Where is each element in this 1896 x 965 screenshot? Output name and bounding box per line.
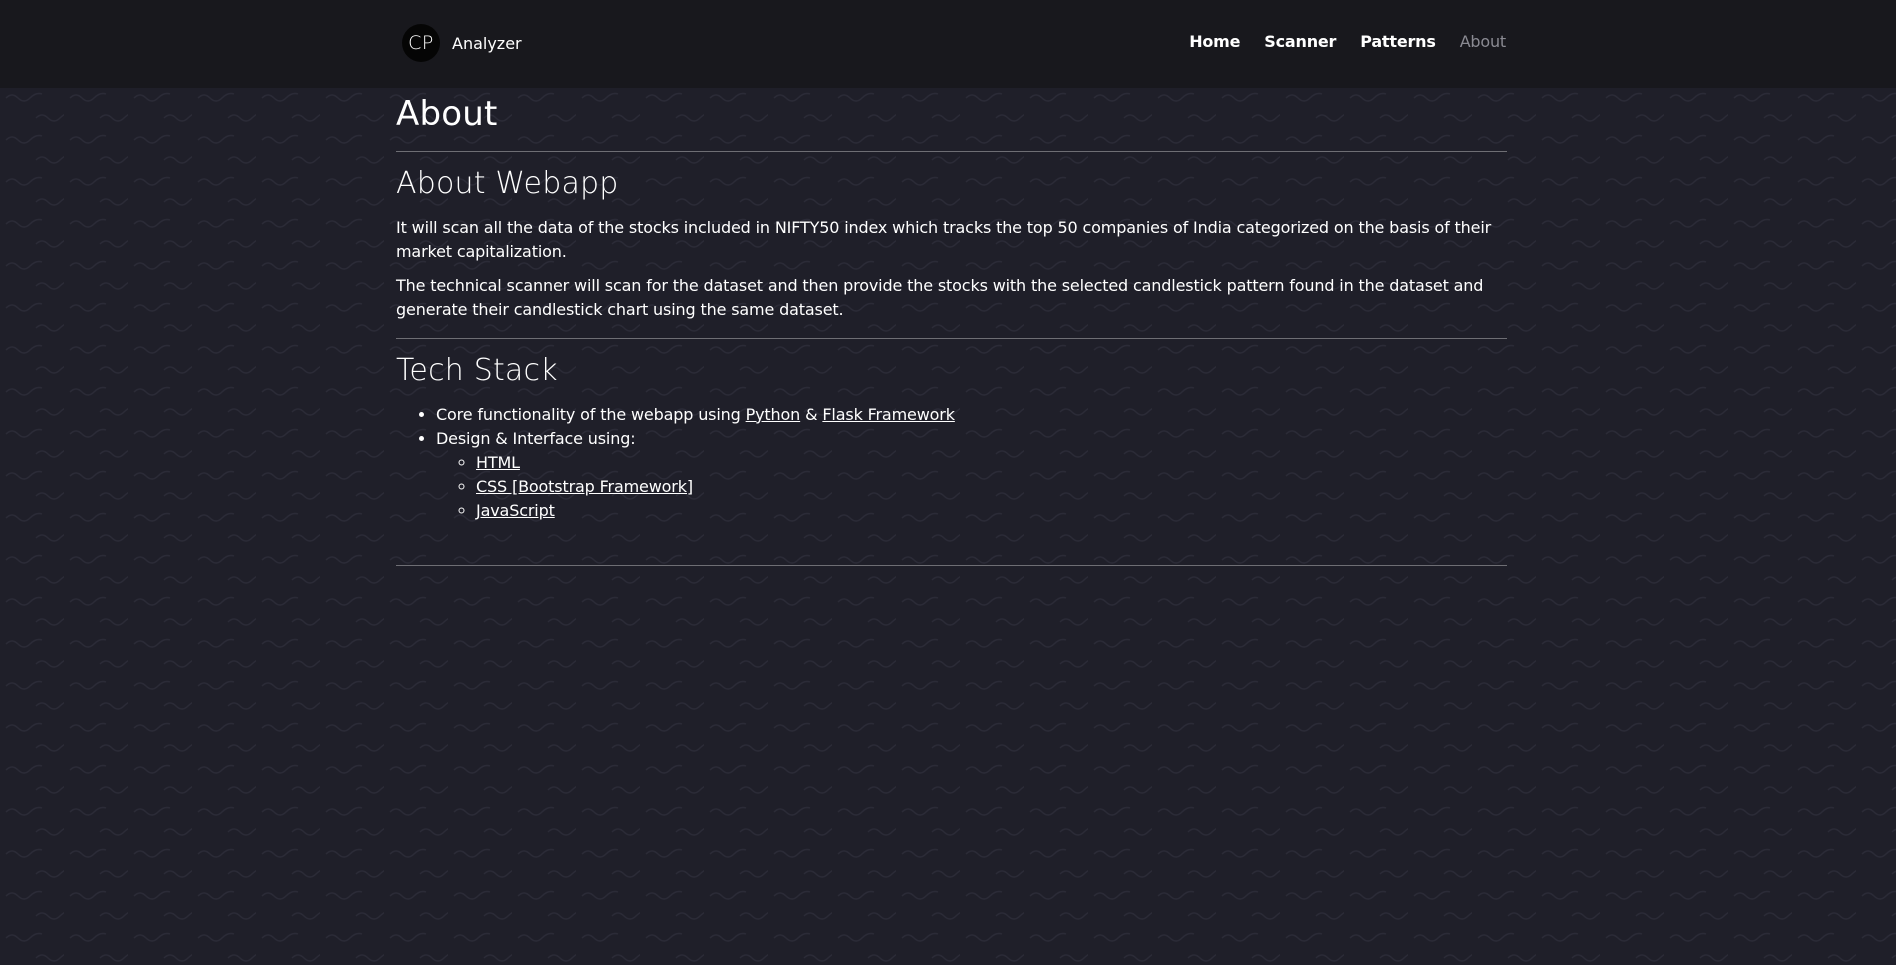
tech-stack-list: Core functionality of the webapp using P… (396, 403, 1507, 523)
sublist-item: JavaScript (476, 499, 1507, 523)
list-item-design: Design & Interface using: HTML CSS [Boot… (436, 427, 1507, 523)
python-link[interactable]: Python (746, 405, 801, 424)
about-paragraph-1: It will scan all the data of the stocks … (396, 217, 1492, 261)
brand-home-link[interactable]: CP Analyzer (402, 24, 522, 62)
top-navbar: CP Analyzer Home Scanner Patterns About (0, 0, 1896, 88)
about-paragraph-2: The technical scanner will scan for the … (396, 275, 1484, 319)
core-text: Core functionality of the webapp using (436, 404, 746, 424)
logo-text: CP (408, 32, 434, 54)
list-item-core: Core functionality of the webapp using P… (436, 403, 1507, 427)
brand-logo: CP (402, 24, 440, 62)
html-link[interactable]: HTML (476, 453, 520, 472)
brand-name: Analyzer (452, 33, 522, 53)
css-bootstrap-link[interactable]: CSS [Bootstrap Framework] (476, 477, 693, 496)
nav-link-patterns[interactable]: Patterns (1360, 32, 1436, 51)
divider (396, 150, 1507, 152)
design-text: Design & Interface using: (436, 428, 636, 448)
nav-link-scanner[interactable]: Scanner (1264, 32, 1336, 51)
tech-stack-heading: Tech Stack (396, 352, 558, 388)
divider (396, 564, 1507, 566)
sublist-item: CSS [Bootstrap Framework] (476, 475, 1507, 499)
about-webapp-heading: About Webapp (396, 165, 619, 201)
design-sublist: HTML CSS [Bootstrap Framework] JavaScrip… (436, 451, 1507, 523)
main-content: About About Webapp It will scan all the … (396, 88, 1507, 566)
page-title: About (396, 94, 498, 134)
javascript-link[interactable]: JavaScript (476, 501, 555, 520)
nav-link-home[interactable]: Home (1189, 32, 1240, 51)
nav-links: Home Scanner Patterns About (1189, 32, 1506, 51)
nav-link-about[interactable]: About (1460, 32, 1507, 51)
ampersand-text: & (800, 404, 823, 424)
divider (396, 337, 1507, 339)
sublist-item: HTML (476, 451, 1507, 475)
flask-framework-link[interactable]: Flask Framework (822, 405, 955, 424)
